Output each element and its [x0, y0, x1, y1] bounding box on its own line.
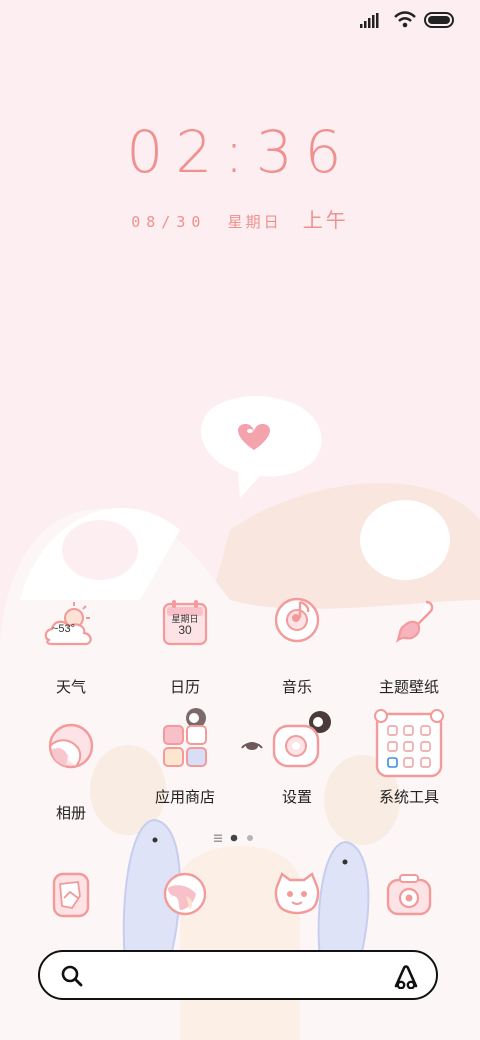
- clock-time[interactable]: 02:36: [0, 118, 480, 186]
- date-text: 08/30: [131, 213, 207, 231]
- app-store-icon: [150, 706, 220, 792]
- app-themes[interactable]: 主题壁纸: [354, 596, 464, 697]
- app-calendar[interactable]: 星期日 30 日历: [130, 596, 240, 697]
- app-label: 主题壁纸: [378, 678, 439, 696]
- settings-icon: [262, 706, 332, 792]
- app-store[interactable]: 应用商店: [130, 706, 240, 807]
- dock-browser[interactable]: [130, 868, 240, 938]
- wifi-icon: [394, 11, 416, 28]
- tools-icon: [371, 706, 447, 792]
- page-dot-active: [230, 834, 238, 842]
- calendar-icon: 星期日 30: [150, 596, 220, 666]
- page-indicator[interactable]: [0, 830, 480, 848]
- ampm-text: 上午: [302, 210, 349, 232]
- app-tools[interactable]: 系统工具: [354, 706, 464, 807]
- dock-camera[interactable]: [354, 868, 464, 938]
- gallery-icon: [36, 722, 106, 792]
- app-music[interactable]: 音乐: [242, 596, 352, 697]
- weather-temp: ~53°: [52, 623, 76, 635]
- dock-phone[interactable]: [242, 868, 352, 938]
- browser-icon: [150, 868, 220, 938]
- camera-icon: [374, 868, 444, 938]
- home-list-icon: [214, 834, 222, 842]
- music-icon: [262, 596, 332, 666]
- calendar-day: 30: [178, 623, 192, 637]
- search-bar[interactable]: [38, 950, 438, 1000]
- dock-messages[interactable]: [16, 868, 126, 938]
- search-icon[interactable]: [60, 964, 84, 988]
- message-icon: [36, 868, 106, 938]
- weather-icon: ~53°: [36, 596, 106, 666]
- app-label: 天气: [55, 678, 86, 696]
- cat-phone-icon: [262, 868, 332, 938]
- weekday-text: 星期日: [227, 214, 282, 231]
- brush-icon: [374, 596, 444, 666]
- app-label: 相册: [55, 804, 86, 822]
- clock-date: 08/30 星期日 上午: [0, 204, 480, 233]
- signal-icon: [360, 13, 379, 28]
- assistant-icon[interactable]: [392, 963, 420, 989]
- status-bar: [0, 0, 480, 40]
- app-weather[interactable]: ~53° 天气: [16, 596, 126, 697]
- page-dot: [247, 835, 253, 841]
- app-settings[interactable]: 设置: [242, 706, 352, 807]
- app-gallery[interactable]: 相册: [16, 722, 126, 823]
- battery-icon: [424, 12, 454, 28]
- app-label: 音乐: [281, 678, 312, 696]
- app-label: 日历: [169, 678, 200, 696]
